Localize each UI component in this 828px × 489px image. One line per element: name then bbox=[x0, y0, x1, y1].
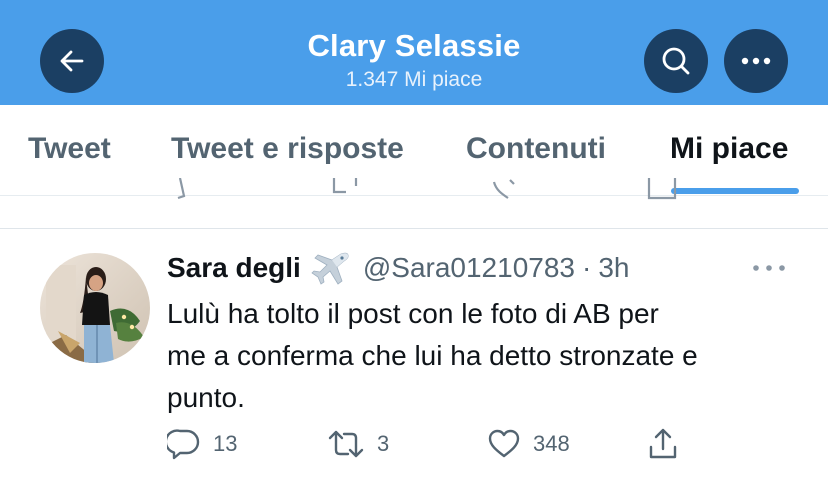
tweet-card[interactable]: Sara degli @Sara01210783 · 3h Lulù ha to… bbox=[0, 229, 828, 489]
tab-tweet-e-risposte[interactable]: Tweet e risposte bbox=[171, 132, 404, 166]
more-icon bbox=[741, 57, 771, 65]
share-icon bbox=[649, 428, 677, 459]
like-button[interactable]: 348 bbox=[487, 427, 570, 461]
previous-tweet-actions-cutoff bbox=[0, 178, 828, 202]
retweet-icon bbox=[328, 430, 364, 458]
like-icon bbox=[492, 179, 515, 199]
retweet-icon bbox=[332, 178, 358, 194]
search-button[interactable] bbox=[644, 29, 708, 93]
author-handle[interactable]: @Sara01210783 bbox=[363, 252, 575, 284]
retweet-count: 3 bbox=[377, 431, 390, 456]
header-separator: · bbox=[582, 252, 592, 283]
share-button[interactable] bbox=[647, 427, 679, 461]
reply-count: 13 bbox=[213, 431, 238, 456]
more-options-button[interactable] bbox=[724, 29, 788, 93]
tab-mi-piace[interactable]: Mi piace bbox=[670, 132, 788, 166]
profile-header: Clary Selassie 1.347 Mi piace bbox=[0, 0, 828, 105]
more-icon bbox=[753, 265, 785, 271]
heart-icon bbox=[488, 429, 520, 458]
tweet-actions: 13 3 348 bbox=[0, 427, 828, 471]
tweet-header: Sara degli @Sara01210783 · 3h bbox=[167, 251, 629, 285]
tab-tweet[interactable]: Tweet bbox=[28, 132, 111, 166]
reply-icon bbox=[177, 178, 186, 200]
like-count: 348 bbox=[533, 431, 570, 456]
avatar[interactable] bbox=[40, 253, 150, 363]
search-icon bbox=[662, 47, 690, 75]
tweet-text: Lulù ha tolto il post con le foto di AB … bbox=[167, 298, 698, 413]
author-name[interactable]: Sara degli bbox=[167, 252, 301, 284]
airplane-icon bbox=[311, 251, 351, 285]
tweet-time[interactable]: 3h bbox=[598, 252, 629, 284]
share-icon bbox=[647, 178, 677, 200]
retweet-button[interactable]: 3 bbox=[327, 427, 389, 461]
tweet-more-button[interactable] bbox=[752, 259, 786, 277]
reply-icon bbox=[167, 429, 200, 460]
tab-contenuti[interactable]: Contenuti bbox=[466, 132, 606, 166]
reply-button[interactable]: 13 bbox=[167, 427, 237, 461]
